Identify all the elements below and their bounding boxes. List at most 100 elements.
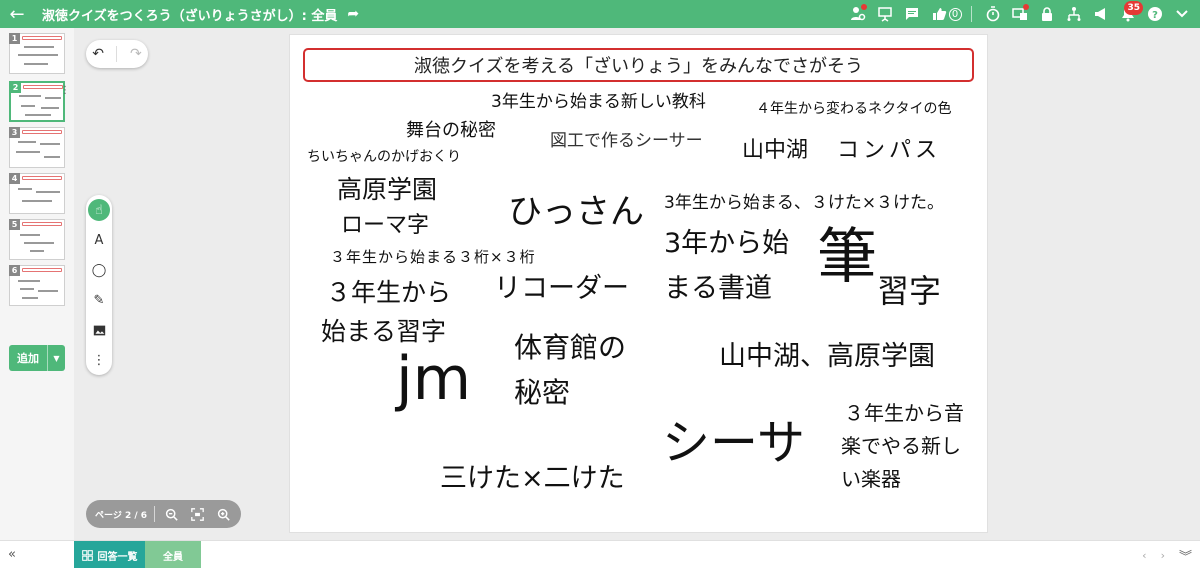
answer-card[interactable]: ローマ字 [341,213,429,238]
caret-down-icon[interactable]: ▼ [48,354,65,363]
answer-card[interactable]: まる書道 [664,273,772,304]
tab-answer-list[interactable]: 回答一覧 [74,541,145,568]
thumbnail-line [18,280,40,282]
screen-share-icon[interactable] [1008,0,1032,28]
answer-card[interactable]: 3年から始 [664,228,789,259]
more-tools[interactable]: ⋮ [86,347,112,373]
more-vertical-icon[interactable]: ⋮ [60,85,70,96]
answer-card[interactable]: 3年生から始まる新しい教科 [491,92,706,113]
slide-thumbnail-4[interactable]: 4 [9,173,65,214]
chevron-right-icon[interactable]: › [1161,549,1165,562]
bell-icon[interactable]: 35 [1116,0,1143,28]
thumbnail-header [22,268,62,272]
presentation-icon[interactable] [873,0,897,28]
fit-screen-icon[interactable] [184,507,210,521]
like-count[interactable]: 0 [927,0,965,28]
slide-number: 2 [10,82,21,93]
answer-card[interactable]: jm [396,345,471,414]
thumbnail-line [38,290,58,292]
answer-card[interactable]: 図工で作るシーサー [550,131,703,152]
image-tool[interactable] [86,317,112,343]
slide-thumbnail-5[interactable]: 5 [9,219,65,260]
add-slide-button[interactable]: 追加 ▼ [9,345,65,371]
answer-card[interactable]: 体育館の [514,331,626,364]
thumbnail-line [44,156,60,158]
thumbnail-line [21,105,35,107]
slide-canvas[interactable]: 淑徳クイズを考える「ざいりょう」をみんなでさがそう 3年生から始まる新しい教科 … [289,34,988,533]
more-vertical-icon: ⋮ [92,352,106,368]
tab-answer-list-label: 回答一覧 [97,551,138,563]
zoom-in-icon[interactable] [210,508,236,521]
shape-tool[interactable]: ◯ [86,257,112,283]
thumbnail-line [22,297,38,299]
circle-shape-icon: ◯ [91,262,107,278]
thumbnail-header [23,85,63,89]
slide-thumbnail-1[interactable]: 1 [9,33,65,74]
redo-icon[interactable]: ↷ [130,46,142,62]
answer-card[interactable]: リコーダー [494,273,629,304]
thumbnail-line [18,54,58,56]
thumbnail-line [40,143,60,145]
hand-pointer-icon: ☝ [88,199,110,221]
thumbnail-line [20,288,34,290]
person-settings-icon[interactable] [846,0,870,28]
double-chevron-down-icon[interactable]: ︾ [1179,546,1192,565]
slide-thumbnail-panel: 1 2 ⋮ 3 4 5 6 追加 ▼ [0,28,74,540]
answer-card[interactable]: 高原学園 [337,175,437,205]
thumbnail-line [41,107,59,109]
thumbnail-line [36,191,60,193]
chevron-left-icon[interactable]: ‹ [1142,549,1146,562]
answer-card[interactable]: シーサ [662,415,805,471]
page-navigator: ページ 2 / 6 [86,500,241,528]
slide-number: 3 [9,127,20,138]
megaphone-icon[interactable] [1089,0,1113,28]
answer-card[interactable]: ４年生から変わるネクタイの色 [756,101,951,117]
text-tool[interactable]: A [86,227,112,253]
answer-card[interactable]: 秘密 [514,376,570,409]
group-distribute-icon[interactable] [1062,0,1086,28]
answer-card[interactable]: ３年生から [326,278,451,308]
zoom-out-icon[interactable] [158,508,184,521]
thumbnail-line [20,234,40,236]
lock-icon[interactable] [1035,0,1059,28]
slide-thumbnail-6[interactable]: 6 [9,265,65,306]
back-arrow-icon[interactable]: ← [0,0,34,28]
collapse-panel-icon[interactable]: « [8,547,16,562]
answer-card[interactable]: 山中湖 [742,138,808,163]
answer-card[interactable]: ひっさん [508,192,644,232]
thumbnail-line [25,114,51,116]
answer-card[interactable]: コンパス [837,138,941,163]
answer-card[interactable]: ３年生から音 [844,402,964,425]
comment-icon[interactable] [900,0,924,28]
answer-card[interactable]: 山中湖、高原学園 [719,341,935,372]
answer-card[interactable]: 習字 [877,273,941,310]
tab-all[interactable]: 全員 [145,541,201,568]
answer-card[interactable]: 始まる習字 [321,317,446,347]
pointer-tool[interactable]: ☝ [86,197,112,223]
thumbnail-line [30,250,44,252]
undo-icon[interactable]: ↶ [92,46,104,62]
answer-card[interactable]: 舞台の秘密 [406,120,496,142]
slide-number: 5 [9,219,20,230]
answer-card[interactable]: ３年生から始まる３桁×３桁 [330,248,536,266]
page-indicator: ページ 2 / 6 [95,510,148,521]
answer-card[interactable]: 三けた×二けた [440,463,625,494]
answer-card[interactable]: 楽でやる新し [841,435,961,458]
grid-icon [81,549,93,561]
pen-icon: ✎ [93,292,105,308]
slide-thumbnail-2[interactable]: 2 ⋮ [9,81,70,122]
svg-text:?: ? [1152,10,1158,21]
answer-card[interactable]: ちいちゃんのかげおくり [307,149,461,165]
chevron-down-icon[interactable] [1170,0,1194,28]
thumbnail-line [24,63,48,65]
timer-icon[interactable] [981,0,1005,28]
answer-card[interactable]: い楽器 [841,468,901,491]
answer-card[interactable]: 3年生から始まる、３けた×３けた。 [664,193,944,214]
slide-thumbnail-3[interactable]: 3 [9,127,65,168]
answer-card[interactable]: 筆 [817,223,877,292]
pen-tool[interactable]: ✎ [86,287,112,313]
help-icon[interactable]: ? [1143,0,1167,28]
divider [971,6,972,22]
share-arrow-icon[interactable]: ➦ [347,6,359,22]
thumbnail-line [24,242,54,244]
